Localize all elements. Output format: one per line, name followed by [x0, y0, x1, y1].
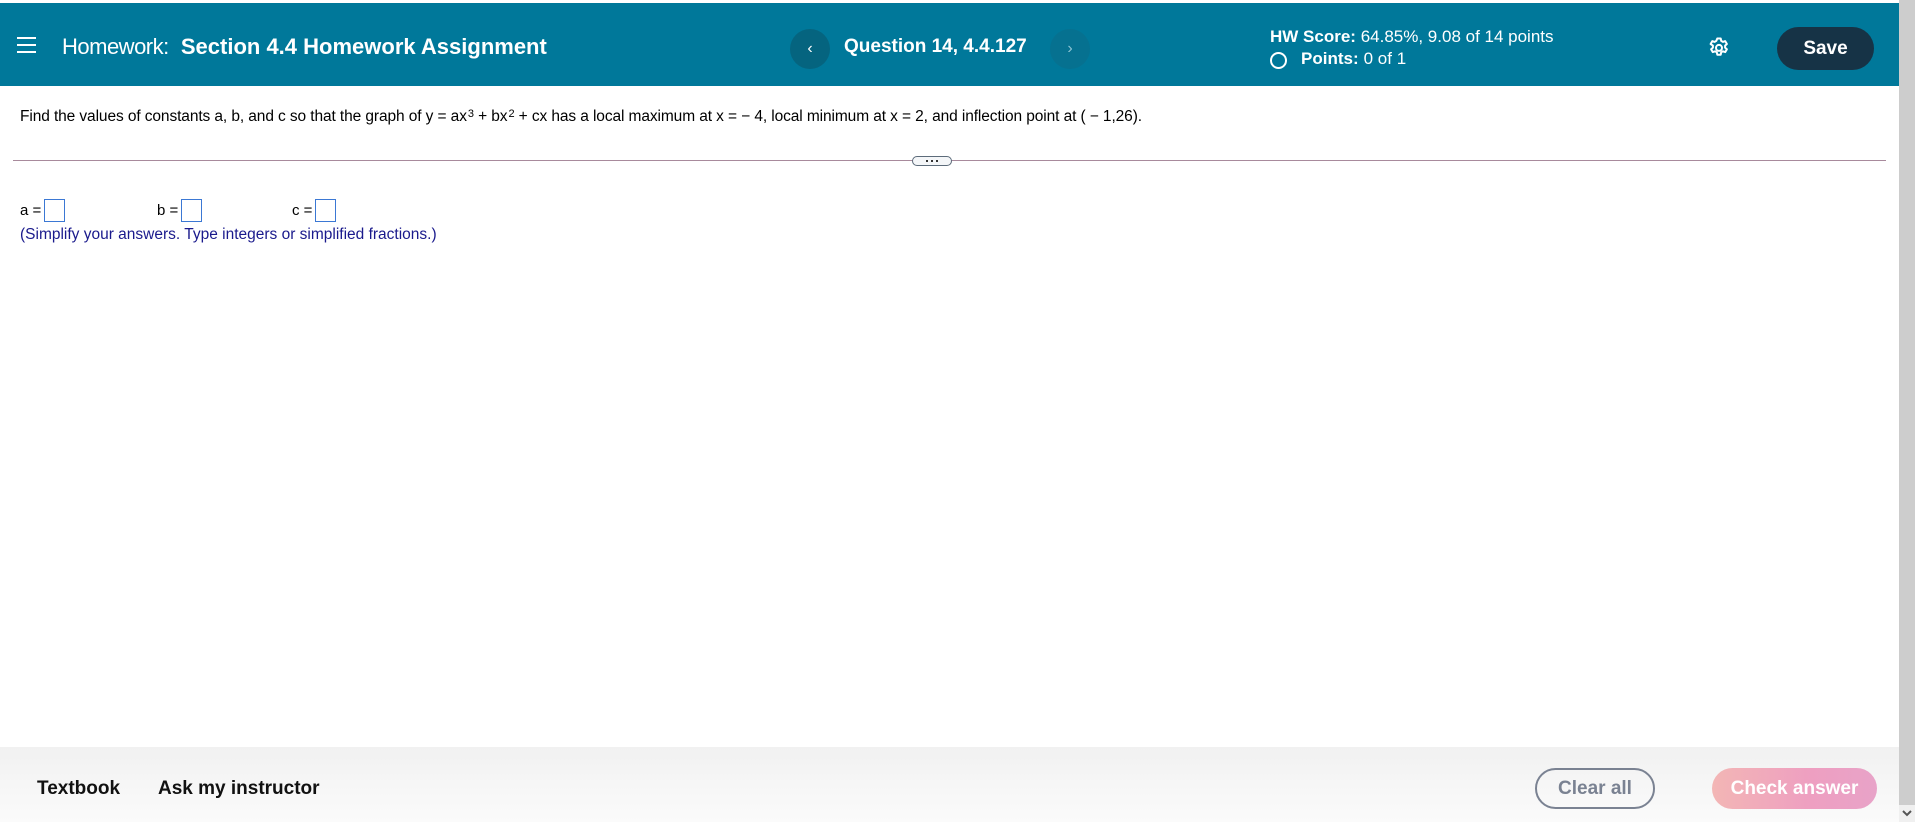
hamburger-menu-icon[interactable]	[17, 37, 36, 54]
answer-a-input[interactable]	[44, 199, 66, 222]
hw-score-value: 64.85%, 9.08 of 14 points	[1360, 27, 1554, 46]
exponent: 2	[508, 108, 515, 120]
question-label: Question 14, 4.4.127	[844, 36, 1027, 57]
exponent: 3	[467, 108, 474, 120]
points-row: Points: 0 of 1	[1270, 48, 1554, 70]
question-text-part: Find the values of constants a, b, and c…	[20, 108, 467, 125]
question-text-part: + bx	[473, 108, 508, 125]
homework-page: Homework: Section 4.4 Homework Assignmen…	[0, 0, 1899, 822]
clear-all-button[interactable]: Clear all	[1535, 768, 1655, 809]
next-question-button[interactable]: ›	[1050, 29, 1090, 69]
points-status-circle-icon	[1270, 52, 1287, 69]
save-button[interactable]: Save	[1777, 27, 1874, 70]
score-block: HW Score: 64.85%, 9.08 of 14 points Poin…	[1270, 26, 1554, 70]
answer-c-group: c =	[292, 199, 337, 222]
homework-prefix: Homework:	[62, 34, 169, 59]
ellipsis-dot-icon	[931, 160, 933, 162]
answer-a-group: a =	[20, 199, 66, 222]
ask-instructor-link[interactable]: Ask my instructor	[158, 778, 320, 800]
points-label: Points:	[1301, 49, 1359, 68]
question-text: Find the values of constants a, b, and c…	[20, 108, 1142, 126]
homework-name: Section 4.4 Homework Assignment	[180, 34, 547, 59]
hw-score: HW Score: 64.85%, 9.08 of 14 points	[1270, 26, 1554, 48]
question-text-part: + cx has a local maximum at x = − 4, loc…	[514, 108, 1142, 125]
scrollbar-thumb[interactable]	[1899, 0, 1915, 805]
answer-b-input[interactable]	[181, 199, 203, 222]
ellipsis-dot-icon	[926, 160, 928, 162]
answer-b-group: b =	[157, 199, 203, 222]
expand-handle-button[interactable]	[912, 156, 952, 166]
answer-c-label: c =	[292, 202, 313, 219]
header-bar: Homework: Section 4.4 Homework Assignmen…	[0, 3, 1899, 86]
textbook-link[interactable]: Textbook	[37, 778, 120, 800]
scroll-down-button[interactable]	[1899, 805, 1915, 822]
answer-hint: (Simplify your answers. Type integers or…	[20, 226, 437, 243]
gear-icon[interactable]	[1707, 36, 1731, 60]
answer-b-label: b =	[157, 202, 179, 219]
points-value: 0 of 1	[1363, 49, 1407, 68]
homework-title: Homework: Section 4.4 Homework Assignmen…	[62, 34, 547, 60]
chevron-right-icon: ›	[1067, 40, 1073, 57]
previous-question-button[interactable]: ‹	[790, 29, 830, 69]
answer-a-label: a =	[20, 202, 42, 219]
answer-c-input[interactable]	[315, 199, 337, 222]
answer-fields: a = b = c =	[20, 199, 520, 223]
vertical-scrollbar[interactable]	[1899, 0, 1915, 822]
chevron-down-icon	[1902, 810, 1912, 817]
hw-score-label: HW Score:	[1270, 27, 1356, 46]
check-answer-button[interactable]: Check answer	[1712, 768, 1877, 809]
ellipsis-dot-icon	[936, 160, 938, 162]
chevron-left-icon: ‹	[807, 40, 813, 57]
